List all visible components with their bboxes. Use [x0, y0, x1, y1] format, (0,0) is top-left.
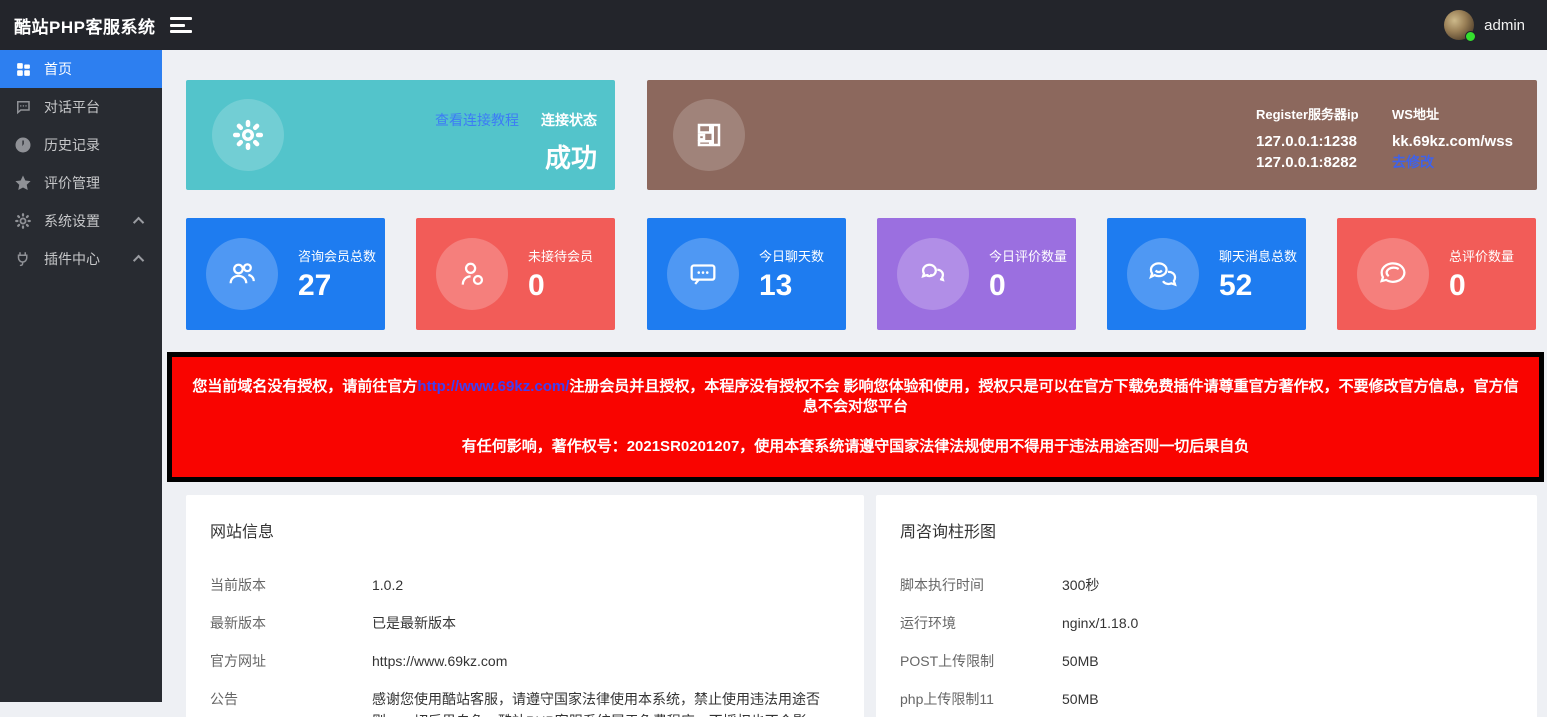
sidebar-item-history[interactable]: 历史记录 — [0, 126, 162, 164]
stat-label: 总评价数量 — [1449, 246, 1514, 265]
row-value: nginx/1.18.0 — [1062, 612, 1138, 634]
row-value: 1.0.2 — [372, 574, 403, 596]
chat-total-icon — [1127, 238, 1199, 310]
license-warning-line1: 您当前域名没有授权，请前往官方http://www.69kz.com/注册会员并… — [186, 377, 1525, 417]
row-label: 当前版本 — [210, 578, 372, 592]
chat-bubble-icon — [14, 98, 32, 116]
row-label: POST上传限制 — [900, 654, 1062, 668]
panel-title: 周咨询柱形图 — [900, 518, 1513, 542]
sidebar: 首页 对话平台 历史记录 评价管理 系统设置 — [0, 50, 162, 702]
top-bar: 酷站PHP客服系统 admin — [0, 0, 1547, 50]
stat-label: 聊天消息总数 — [1219, 246, 1297, 265]
menu-toggle-icon[interactable] — [170, 15, 196, 35]
sidebar-item-home[interactable]: 首页 — [0, 50, 162, 88]
user-menu[interactable]: admin — [1444, 10, 1547, 40]
grid-icon — [14, 60, 32, 78]
row-value: 50MB — [1062, 688, 1099, 710]
row-value: https://www.69kz.com — [372, 650, 507, 672]
online-status-dot — [1465, 31, 1476, 42]
stat-label: 今日聊天数 — [759, 246, 824, 265]
sidebar-item-label: 历史记录 — [44, 135, 150, 155]
environment-panel: 周咨询柱形图 脚本执行时间 300秒 运行环境 nginx/1.18.0 POS… — [876, 495, 1537, 717]
clock-icon — [14, 136, 32, 154]
users-icon — [206, 238, 278, 310]
ws-address-value: kk.69kz.com/wss — [1392, 131, 1513, 152]
stat-label: 咨询会员总数 — [298, 246, 376, 265]
register-server-ip-2: 127.0.0.1:8282 — [1256, 152, 1359, 173]
stat-label: 未接待会员 — [528, 246, 593, 265]
gear-icon — [14, 212, 32, 230]
row-value: 已是最新版本 — [372, 612, 456, 634]
review-icon — [1357, 238, 1429, 310]
username: admin — [1484, 17, 1525, 34]
gear-icon — [212, 99, 284, 171]
stat-card-unattended-members: 未接待会员 0 — [416, 218, 615, 330]
dashboard-page: 酷站PHP客服系统 admin 首页 对话平台 历史记录 — [0, 0, 1547, 717]
stat-value: 0 — [1449, 269, 1514, 303]
license-warning-banner: 您当前域名没有授权，请前往官方http://www.69kz.com/注册会员并… — [167, 352, 1544, 482]
sidebar-item-reviews[interactable]: 评价管理 — [0, 164, 162, 202]
stat-card-total-members: 咨询会员总数 27 — [186, 218, 385, 330]
stat-card-total-reviews: 总评价数量 0 — [1337, 218, 1536, 330]
stat-label: 今日评价数量 — [989, 246, 1067, 265]
sidebar-item-label: 系统设置 — [44, 211, 136, 231]
sidebar-item-label: 评价管理 — [44, 173, 150, 193]
sidebar-item-plugins[interactable]: 插件中心 — [0, 240, 162, 278]
info-row-php-limit: php上传限制11 50MB — [900, 692, 1513, 710]
app-title: 酷站PHP客服系统 — [0, 13, 162, 38]
server-info-card: Register服务器ip 127.0.0.1:1238 127.0.0.1:8… — [647, 80, 1537, 190]
stat-card-today-chats: 今日聊天数 13 — [647, 218, 846, 330]
connection-status-label: 连接状态 — [541, 112, 597, 128]
layout-icon — [673, 99, 745, 171]
sidebar-item-settings[interactable]: 系统设置 — [0, 202, 162, 240]
info-row-runtime: 运行环境 nginx/1.18.0 — [900, 616, 1513, 634]
message-icon — [667, 238, 739, 310]
stat-value: 13 — [759, 269, 824, 303]
info-row-official-site: 官方网址 https://www.69kz.com — [210, 654, 840, 672]
row-label: php上传限制11 — [900, 692, 1062, 706]
official-site-link[interactable]: http://www.69kz.com/ — [417, 378, 569, 395]
info-row-script-time: 脚本执行时间 300秒 — [900, 578, 1513, 596]
user-waiting-icon — [436, 238, 508, 310]
stat-card-today-reviews: 今日评价数量 0 — [877, 218, 1076, 330]
sidebar-item-label: 插件中心 — [44, 249, 136, 269]
row-value: 50MB — [1062, 650, 1099, 672]
license-warning-text: 您当前域名没有授权，请前往官方 — [192, 378, 417, 395]
license-warning-line2: 有任何影响，著作权号：2021SR0201207，使用本套系统请遵守国家法律法规… — [186, 437, 1525, 457]
stat-value: 0 — [528, 269, 593, 303]
ws-address-title: WS地址 — [1392, 104, 1513, 123]
row-value: 感谢您使用酷站客服，请遵守国家法律使用本系统，禁止使用违法用途否则，一切后果自负… — [372, 688, 820, 717]
ws-edit-link[interactable]: 去修改 — [1392, 152, 1513, 173]
plug-icon — [14, 250, 32, 268]
avatar — [1444, 10, 1474, 40]
info-row-announcement: 公告 感谢您使用酷站客服，请遵守国家法律使用本系统，禁止使用违法用途否则，一切后… — [210, 692, 840, 717]
row-label: 最新版本 — [210, 616, 372, 630]
sidebar-item-chat-platform[interactable]: 对话平台 — [0, 88, 162, 126]
row-label: 官方网址 — [210, 654, 372, 668]
connection-status-value: 成功 — [435, 138, 597, 175]
register-server-ip-1: 127.0.0.1:1238 — [1256, 131, 1359, 152]
row-label: 公告 — [210, 692, 372, 706]
connection-status-card: 查看连接教程 连接状态 成功 — [186, 80, 615, 190]
panel-title: 网站信息 — [210, 518, 840, 542]
stat-value: 52 — [1219, 269, 1297, 303]
row-label: 脚本执行时间 — [900, 578, 1062, 592]
connection-tutorial-link[interactable]: 查看连接教程 — [435, 112, 519, 128]
row-value: 300秒 — [1062, 574, 1099, 596]
info-row-current-version: 当前版本 1.0.2 — [210, 578, 840, 596]
license-warning-text: 注册会员并且授权，本程序没有授权不会 影响您体验和使用，授权只是可以在官方下载免… — [569, 378, 1518, 415]
star-icon — [14, 174, 32, 192]
register-server-title: Register服务器ip — [1256, 104, 1359, 123]
row-label: 运行环境 — [900, 616, 1062, 630]
sidebar-item-label: 首页 — [44, 59, 150, 79]
stat-card-total-messages: 聊天消息总数 52 — [1107, 218, 1306, 330]
info-row-latest-version: 最新版本 已是最新版本 — [210, 616, 840, 634]
comments-icon — [897, 238, 969, 310]
sidebar-item-label: 对话平台 — [44, 97, 150, 117]
stat-value: 27 — [298, 269, 376, 303]
info-row-post-limit: POST上传限制 50MB — [900, 654, 1513, 672]
stat-value: 0 — [989, 269, 1067, 303]
site-info-panel: 网站信息 当前版本 1.0.2 最新版本 已是最新版本 官方网址 https:/… — [186, 495, 864, 717]
